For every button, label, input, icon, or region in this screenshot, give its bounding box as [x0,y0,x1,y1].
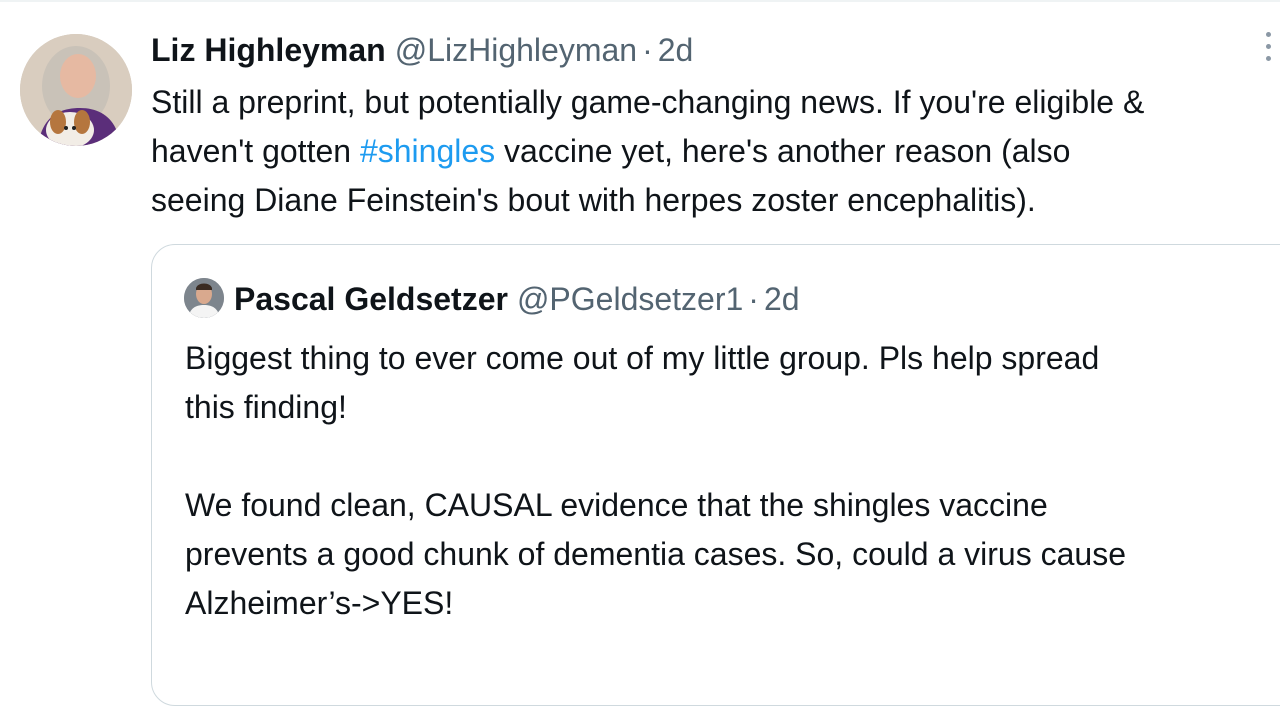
quoted-header-separator: · [748,280,759,317]
avatar[interactable] [20,34,132,146]
tweet-text-segment: Still a preprint, but potentially game-c… [151,84,1145,120]
quoted-tweet[interactable]: Pascal Geldsetzer @PGeldsetzer1 · 2d Big… [151,244,1280,706]
quoted-author-name: Pascal Geldsetzer [234,280,508,317]
tweet-text-line: haven't gotten #shingles vaccine yet, he… [151,127,1280,176]
tweet-text-segment: seeing Diane Feinstein's bout with herpe… [151,182,1036,218]
tweet-text-line: seeing Diane Feinstein's bout with herpe… [151,176,1280,225]
quoted-avatar [184,278,224,318]
header-separator: · [642,31,653,68]
quoted-text-line: this finding! [185,389,347,425]
top-divider [0,0,1280,2]
tweet-timestamp[interactable]: 2d [658,32,694,69]
tweet-text-segment: haven't gotten [151,133,360,169]
more-options-icon[interactable] [1266,32,1274,72]
quoted-avatar-photo [184,278,224,318]
quoted-author-handle: @PGeldsetzer1 [516,280,744,317]
tweet-header: Liz Highleyman @LizHighleyman · 2d [151,24,1280,76]
tweet-text: Still a preprint, but potentially game-c… [151,78,1280,225]
quoted-timestamp: 2d [763,280,800,317]
quoted-text: Biggest thing to ever come out of my lit… [185,334,1126,628]
quoted-text-line: prevents a good chunk of dementia cases.… [185,536,1126,572]
tweet-text-segment: vaccine yet, here's another reason (also [495,133,1071,169]
quoted-paragraph: We found clean, CAUSAL evidence that the… [185,481,1126,628]
quoted-text-line: We found clean, CAUSAL evidence that the… [185,487,1048,523]
avatar-photo [20,34,132,146]
quoted-text-line: Biggest thing to ever come out of my lit… [185,340,1100,376]
quoted-paragraph: Biggest thing to ever come out of my lit… [185,334,1126,432]
tweet: Liz Highleyman @LizHighleyman · 2d Still… [151,24,1280,225]
hashtag-link[interactable]: #shingles [360,133,495,169]
author-name[interactable]: Liz Highleyman [151,32,386,69]
quoted-text-line: Alzheimer’s->YES! [185,585,454,621]
author-handle[interactable]: @LizHighleyman [395,32,637,69]
tweet-text-line: Still a preprint, but potentially game-c… [151,78,1280,127]
quoted-header: Pascal Geldsetzer @PGeldsetzer1 · 2d [234,273,800,325]
